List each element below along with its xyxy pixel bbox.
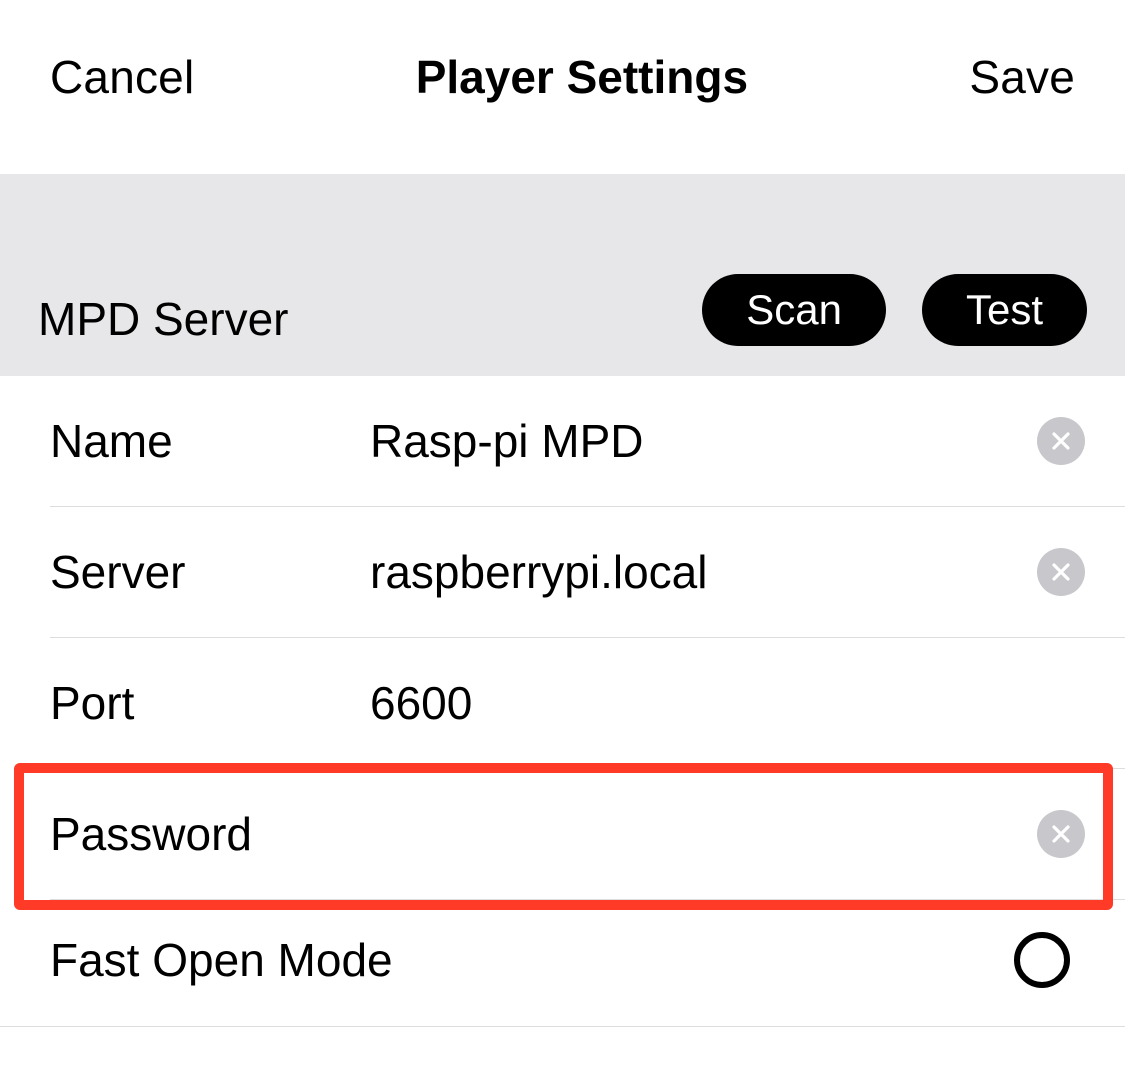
save-button[interactable]: Save (969, 50, 1075, 104)
x-icon (1050, 430, 1072, 452)
port-label: Port (50, 676, 370, 730)
server-input[interactable] (370, 545, 1037, 599)
password-input[interactable] (370, 807, 1037, 861)
server-row: Server (50, 507, 1125, 638)
name-input[interactable] (370, 414, 1037, 468)
port-input[interactable] (370, 676, 1085, 730)
section-header: MPD Server Scan Test (0, 174, 1125, 376)
cancel-button[interactable]: Cancel (50, 50, 194, 104)
password-container: Password (0, 769, 1125, 900)
section-buttons: Scan Test (702, 274, 1087, 346)
section-title: MPD Server (38, 292, 288, 346)
clear-server-button[interactable] (1037, 548, 1085, 596)
scan-button[interactable]: Scan (702, 274, 886, 346)
password-label: Password (50, 807, 370, 861)
password-row: Password (50, 769, 1125, 900)
x-icon (1050, 823, 1072, 845)
test-button[interactable]: Test (922, 274, 1087, 346)
page-title: Player Settings (416, 50, 748, 104)
fast-open-label: Fast Open Mode (50, 933, 393, 987)
name-row: Name (50, 376, 1125, 507)
server-label: Server (50, 545, 370, 599)
port-row: Port (50, 638, 1125, 769)
nav-bar: Cancel Player Settings Save (0, 0, 1125, 174)
x-icon (1050, 561, 1072, 583)
fast-open-toggle[interactable] (1014, 932, 1070, 988)
clear-name-button[interactable] (1037, 417, 1085, 465)
clear-icon (1037, 548, 1085, 596)
fast-open-row: Fast Open Mode (0, 900, 1125, 1027)
clear-password-button[interactable] (1037, 810, 1085, 858)
clear-icon (1037, 417, 1085, 465)
name-label: Name (50, 414, 370, 468)
clear-icon (1037, 810, 1085, 858)
